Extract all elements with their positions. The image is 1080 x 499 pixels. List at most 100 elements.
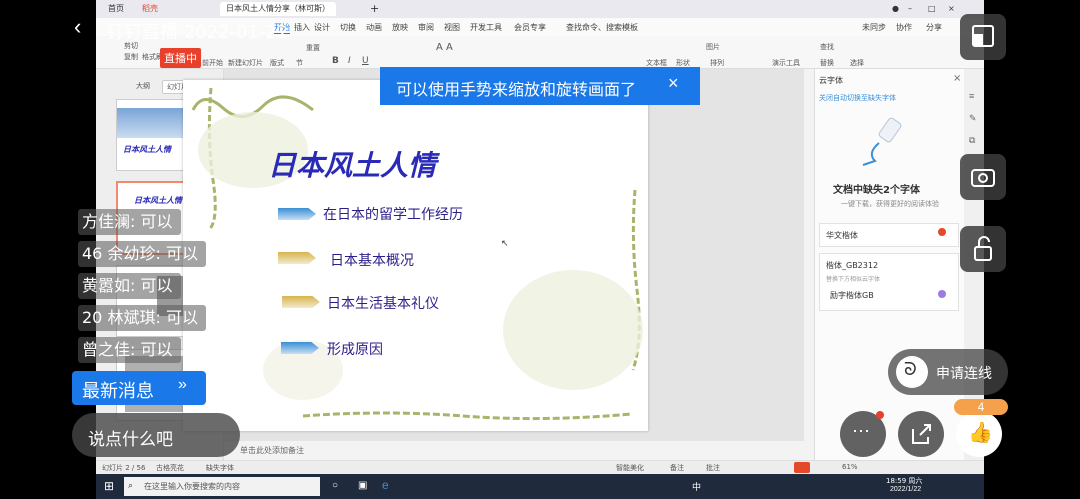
collaborate-button[interactable]: 协作 — [896, 22, 912, 33]
live-status-badge: 直播中 — [160, 48, 201, 68]
share-icon — [912, 424, 931, 444]
tab-home[interactable]: 首页 — [102, 2, 130, 16]
copy-icon[interactable]: ⧉ — [969, 135, 975, 146]
task-view-icon[interactable]: ○ — [332, 480, 338, 491]
taskbar-search-box[interactable]: ⌕ 在这里输入你要搜索的内容 — [124, 477, 320, 496]
notes-area[interactable]: 单击此处添加备注 — [224, 441, 804, 459]
current-slide[interactable]: 日本风土人情 在日本的留学工作经历 日本基本概况 日本生活基本礼仪 形成原因 ↖ — [183, 80, 648, 431]
search-command-input[interactable]: 查找命令、搜索模板 — [566, 22, 638, 33]
menu-devtools[interactable]: 开发工具 — [470, 22, 502, 33]
play-slideshow-button[interactable] — [794, 462, 810, 473]
menu-review[interactable]: 审阅 — [418, 22, 434, 33]
chat-message: 曾之佳: 可以 — [78, 337, 181, 363]
latest-messages-button[interactable]: 最新消息 » — [72, 371, 206, 405]
sync-status[interactable]: 未同步 — [862, 22, 886, 33]
chat-message: 方佳澜: 可以 — [78, 209, 181, 235]
find-button[interactable]: 查找 — [820, 42, 834, 52]
new-slide-button[interactable]: 新建幻灯片 — [228, 58, 263, 68]
missing-fonts-sub: 一键下载，获得更好的阅读体验 — [841, 200, 939, 208]
section-button[interactable]: 节 — [296, 58, 303, 68]
comment-input[interactable]: 说点什么吧 — [72, 413, 240, 457]
layout-button[interactable]: 版式 — [270, 58, 284, 68]
menu-slideshow[interactable]: 放映 — [392, 22, 408, 33]
taskbar-time: 18:59 周六 — [886, 477, 923, 485]
font-name: 华文楷体 — [826, 231, 858, 240]
bold-icon[interactable]: B — [332, 56, 339, 66]
properties-icon[interactable]: ≡ — [969, 91, 974, 101]
back-arrow-icon[interactable]: ‹ — [74, 14, 81, 40]
auto-switch-link[interactable]: 关闭自动切换至缺失字体 — [819, 93, 896, 103]
browser-icon[interactable]: e — [382, 478, 389, 492]
replace-button[interactable]: 替换 — [820, 58, 834, 68]
tab-docer[interactable]: 稻壳 — [136, 2, 164, 16]
chat-text: 可以 — [140, 340, 173, 359]
menu-transition[interactable]: 切换 — [340, 22, 356, 33]
menu-insert[interactable]: 插入 — [294, 22, 310, 33]
status-bar: 幻灯片 2 / 56 古格亮花 缺失字体 智能美化 备注 批注 61% — [96, 460, 984, 475]
present-tools-button[interactable]: 演示工具 — [772, 58, 800, 68]
bullet-arrow-2 — [278, 252, 316, 264]
italic-icon[interactable]: I — [348, 56, 351, 66]
smart-beautify-button[interactable]: 智能美化 — [616, 463, 644, 473]
close-icon[interactable]: × — [942, 2, 961, 16]
picture-button[interactable]: 图片 — [706, 42, 720, 52]
bullet-arrow-4 — [281, 342, 319, 354]
chat-user: 曾之佳 — [82, 340, 131, 359]
menu-design[interactable]: 设计 — [314, 22, 330, 33]
connect-icon: ᘐ — [896, 356, 928, 388]
share-live-button[interactable] — [898, 411, 944, 457]
tab-document[interactable]: 日本风土人情分享（林可斯） — [220, 2, 336, 16]
comments-toggle[interactable]: 批注 — [706, 463, 720, 473]
zoom-level: 61% — [842, 463, 858, 471]
comment-placeholder: 说点什么吧 — [88, 430, 173, 450]
apply-connect-button[interactable]: ᘐ 申请连线 — [888, 349, 1008, 395]
font-name: 楷体_GB2312 — [826, 261, 879, 270]
underline-icon[interactable]: U — [362, 56, 369, 66]
font-row-1[interactable]: 华文楷体 — [819, 223, 959, 247]
menu-animation[interactable]: 动画 — [366, 22, 382, 33]
copy-button[interactable]: 复制 — [124, 52, 138, 62]
reset-button[interactable]: 重置 — [306, 43, 320, 53]
font-download-icon[interactable] — [938, 290, 946, 298]
windows-start-icon[interactable]: ⊞ — [104, 479, 114, 493]
font-plug-icon — [862, 117, 902, 166]
taskbar-date: 2022/1/22 — [890, 486, 922, 493]
explorer-icon[interactable]: ▣ — [358, 480, 367, 491]
notes-toggle[interactable]: 备注 — [670, 463, 684, 473]
screen-mode-button[interactable] — [960, 14, 1006, 60]
share-button[interactable]: 分享 — [926, 22, 942, 33]
select-button[interactable]: 选择 — [850, 58, 864, 68]
font-row-2[interactable]: 楷体_GB2312 替换下方相似云字体 励字楷体GB — [819, 253, 959, 311]
minimize-icon[interactable]: – — [902, 2, 918, 16]
like-button[interactable]: 👍 — [956, 411, 1002, 457]
screenshot-button[interactable] — [960, 154, 1006, 200]
notification-dot — [876, 411, 884, 419]
menu-view[interactable]: 视图 — [444, 22, 460, 33]
font-name: 励字楷体GB — [830, 291, 874, 300]
bullet-text-3: 日本生活基本礼仪 — [327, 296, 439, 312]
font-size-icon[interactable]: A A — [436, 42, 453, 53]
rotation-lock-button[interactable] — [960, 226, 1006, 272]
outline-tab[interactable]: 大纲 — [136, 81, 150, 91]
missing-font-status[interactable]: 缺失字体 — [206, 463, 234, 473]
chat-user: 黄嚣如 — [82, 276, 131, 295]
chat-message: 20 林斌琪: 可以 — [78, 305, 206, 331]
panel-title: 云字体 — [819, 76, 843, 85]
new-tab-icon[interactable]: + — [364, 2, 385, 16]
more-options-button[interactable]: ⋯ — [840, 411, 886, 457]
menu-member[interactable]: 会员专享 — [514, 22, 546, 33]
toast-close-icon[interactable]: × — [668, 73, 679, 94]
chat-text: 可以 — [140, 212, 173, 231]
thumbs-up-icon: 👍 — [968, 422, 993, 444]
connect-label: 申请连线 — [936, 366, 992, 382]
live-title: 钉钉直播 2022-01-22 — [106, 22, 289, 43]
ime-indicator[interactable]: 中 — [692, 480, 701, 493]
font-hint: 替换下方相似云字体 — [826, 276, 881, 283]
maximize-icon[interactable]: □ — [922, 2, 942, 16]
search-icon: ⌕ — [128, 480, 134, 490]
arrange-button[interactable]: 排列 — [710, 58, 724, 68]
panel-close-icon[interactable]: × — [953, 73, 961, 84]
taskbar-search-placeholder: 在这里输入你要搜索的内容 — [144, 482, 240, 491]
like-count: 4 — [954, 399, 1008, 415]
brush-icon[interactable]: ✎ — [969, 113, 977, 124]
